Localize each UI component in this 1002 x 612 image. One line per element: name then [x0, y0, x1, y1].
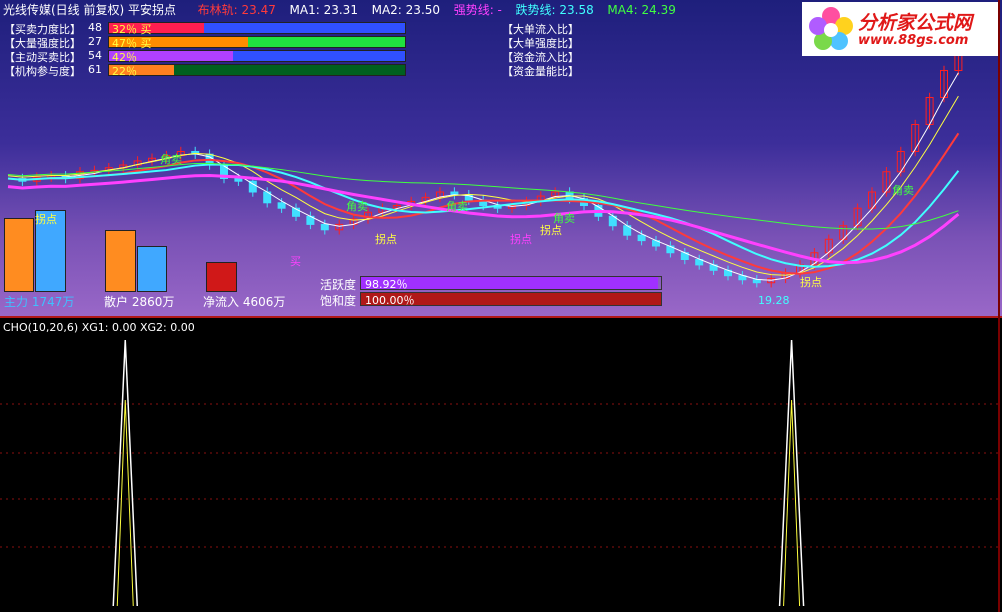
activity-label: 活跃度 [320, 278, 357, 292]
site-logo: 分析家公式网 www.88gs.com [802, 2, 998, 56]
ma1-value: 23.31 [323, 3, 358, 17]
left-indicator-value: 27 [88, 35, 102, 48]
ma2-label: MA2: [371, 3, 406, 17]
saturation-label: 饱和度 [320, 294, 357, 308]
sell-signal-3: 角卖 [446, 200, 468, 213]
ma4-value: 24.39 [641, 3, 676, 17]
money-bar [4, 218, 34, 292]
logo-title: 分析家公式网 [858, 12, 973, 34]
ma2-value: 23.50 [405, 3, 441, 17]
xg2-label: XG2: [139, 321, 171, 334]
activity-bar: 98.92％ [360, 276, 662, 291]
turn-signal-1: 拐点 [35, 213, 57, 226]
sell-signal-5: 角卖 [892, 184, 914, 197]
logo-url: www.88gs.com [858, 33, 969, 48]
left-indicator-bar: 47％ 买 [108, 36, 406, 50]
turn-signal-2: 拐点 [375, 233, 397, 246]
left-indicator-row: 【买卖力度比】 48 32％ 买 [4, 21, 406, 36]
candle-down [752, 279, 761, 284]
net-inflow-label: 净流入 [203, 295, 240, 309]
chart-right-border [998, 0, 1000, 612]
sub-indicator-panel[interactable]: CHO(10,20,6) XG1: 0.00 XG2: 0.00 [0, 318, 1002, 612]
candle-down [320, 223, 329, 231]
buy-signal: 买 [290, 255, 301, 268]
main-force-label: 主力 [4, 295, 29, 309]
saturation-bar: 100.00％ [360, 292, 662, 307]
turn-signal-4: 拐点 [540, 224, 562, 237]
candle-down [637, 234, 646, 242]
retail-value: 2860万 [131, 295, 175, 309]
retail-label: 散户 [104, 295, 129, 309]
right-indicator-row: 【资金量能比】5744％ [502, 64, 1002, 78]
money-bar [206, 262, 237, 292]
low-price-label: 19.28 [758, 294, 790, 307]
money-bar [137, 246, 167, 292]
cho-peak-inner [116, 399, 134, 607]
xg1-label: XG1: [81, 321, 112, 334]
cho-peak [778, 339, 805, 607]
left-indicator-bar: 42％ [108, 50, 406, 64]
right-indicator-label: 【资金量能比】 [502, 65, 579, 78]
xg1-value: 0.00 [111, 321, 137, 334]
strong-value: - [497, 3, 502, 17]
xg2-value: 0.00 [170, 321, 195, 334]
money-bar [105, 230, 136, 292]
main-chart-panel[interactable]: 光线传媒(日线 前复权) 平安拐点 布林轨: 23.47 MA1: 23.31 … [0, 0, 1002, 318]
left-indicator-bar: 22％ [108, 64, 406, 78]
sell-signal-1: 角卖 [160, 153, 182, 166]
cho-title: CHO(10,20,6) [3, 321, 79, 334]
weak-label: 跌势线: [515, 3, 560, 17]
chart-header: 光线传媒(日线 前复权) 平安拐点 布林轨: 23.47 MA1: 23.31 … [3, 3, 676, 17]
sell-signal-2: 角卖 [346, 200, 368, 213]
left-indicator-row: 【主动买卖比】 54 42％ [4, 49, 406, 64]
cho-chart[interactable] [0, 318, 1002, 612]
stock-title: 光线传媒(日线 前复权) 平安拐点 [3, 3, 176, 17]
net-inflow-value: 4606万 [242, 295, 286, 309]
main-force-stat: 主力 1747万 [4, 293, 74, 310]
left-indicator-row: 【大量强度比】 27 47％ 买 [4, 35, 406, 50]
retail-stat: 散户 2860万 [104, 293, 174, 310]
turn-signal-3: 拐点 [510, 233, 532, 246]
flower-icon [809, 7, 853, 50]
strong-label: 强势线: [453, 3, 498, 17]
ma1-label: MA1: [289, 3, 324, 17]
main-force-value: 1747万 [31, 295, 75, 309]
left-indicator-value: 61 [88, 63, 102, 76]
left-indicator-row: 【机构参与度】 61 22％ [4, 63, 406, 78]
boll-value: 23.47 [241, 3, 276, 17]
saturation-value: 100.00％ [365, 294, 415, 307]
left-indicator-value: 54 [88, 49, 102, 62]
cho-header: CHO(10,20,6) XG1: 0.00 XG2: 0.00 [3, 321, 195, 334]
weak-value: 23.58 [559, 3, 594, 17]
candle-down [277, 202, 286, 209]
left-indicator-value: 48 [88, 21, 102, 34]
cho-peak-inner [783, 399, 801, 607]
boll-label: 布林轨: [197, 3, 242, 17]
left-indicator-label: 【机构参与度】 [4, 65, 81, 78]
net-inflow-stat: 净流入 4606万 [203, 293, 285, 310]
left-indicator-bar: 32％ 买 [108, 22, 406, 36]
candle-down [234, 178, 243, 182]
left-indicator-pct: 22％ [112, 65, 137, 78]
activity-value: 98.92％ [365, 278, 408, 291]
ma4-label: MA4: [607, 3, 642, 17]
turn-signal-5: 拐点 [800, 276, 822, 289]
cho-peak [112, 339, 138, 607]
